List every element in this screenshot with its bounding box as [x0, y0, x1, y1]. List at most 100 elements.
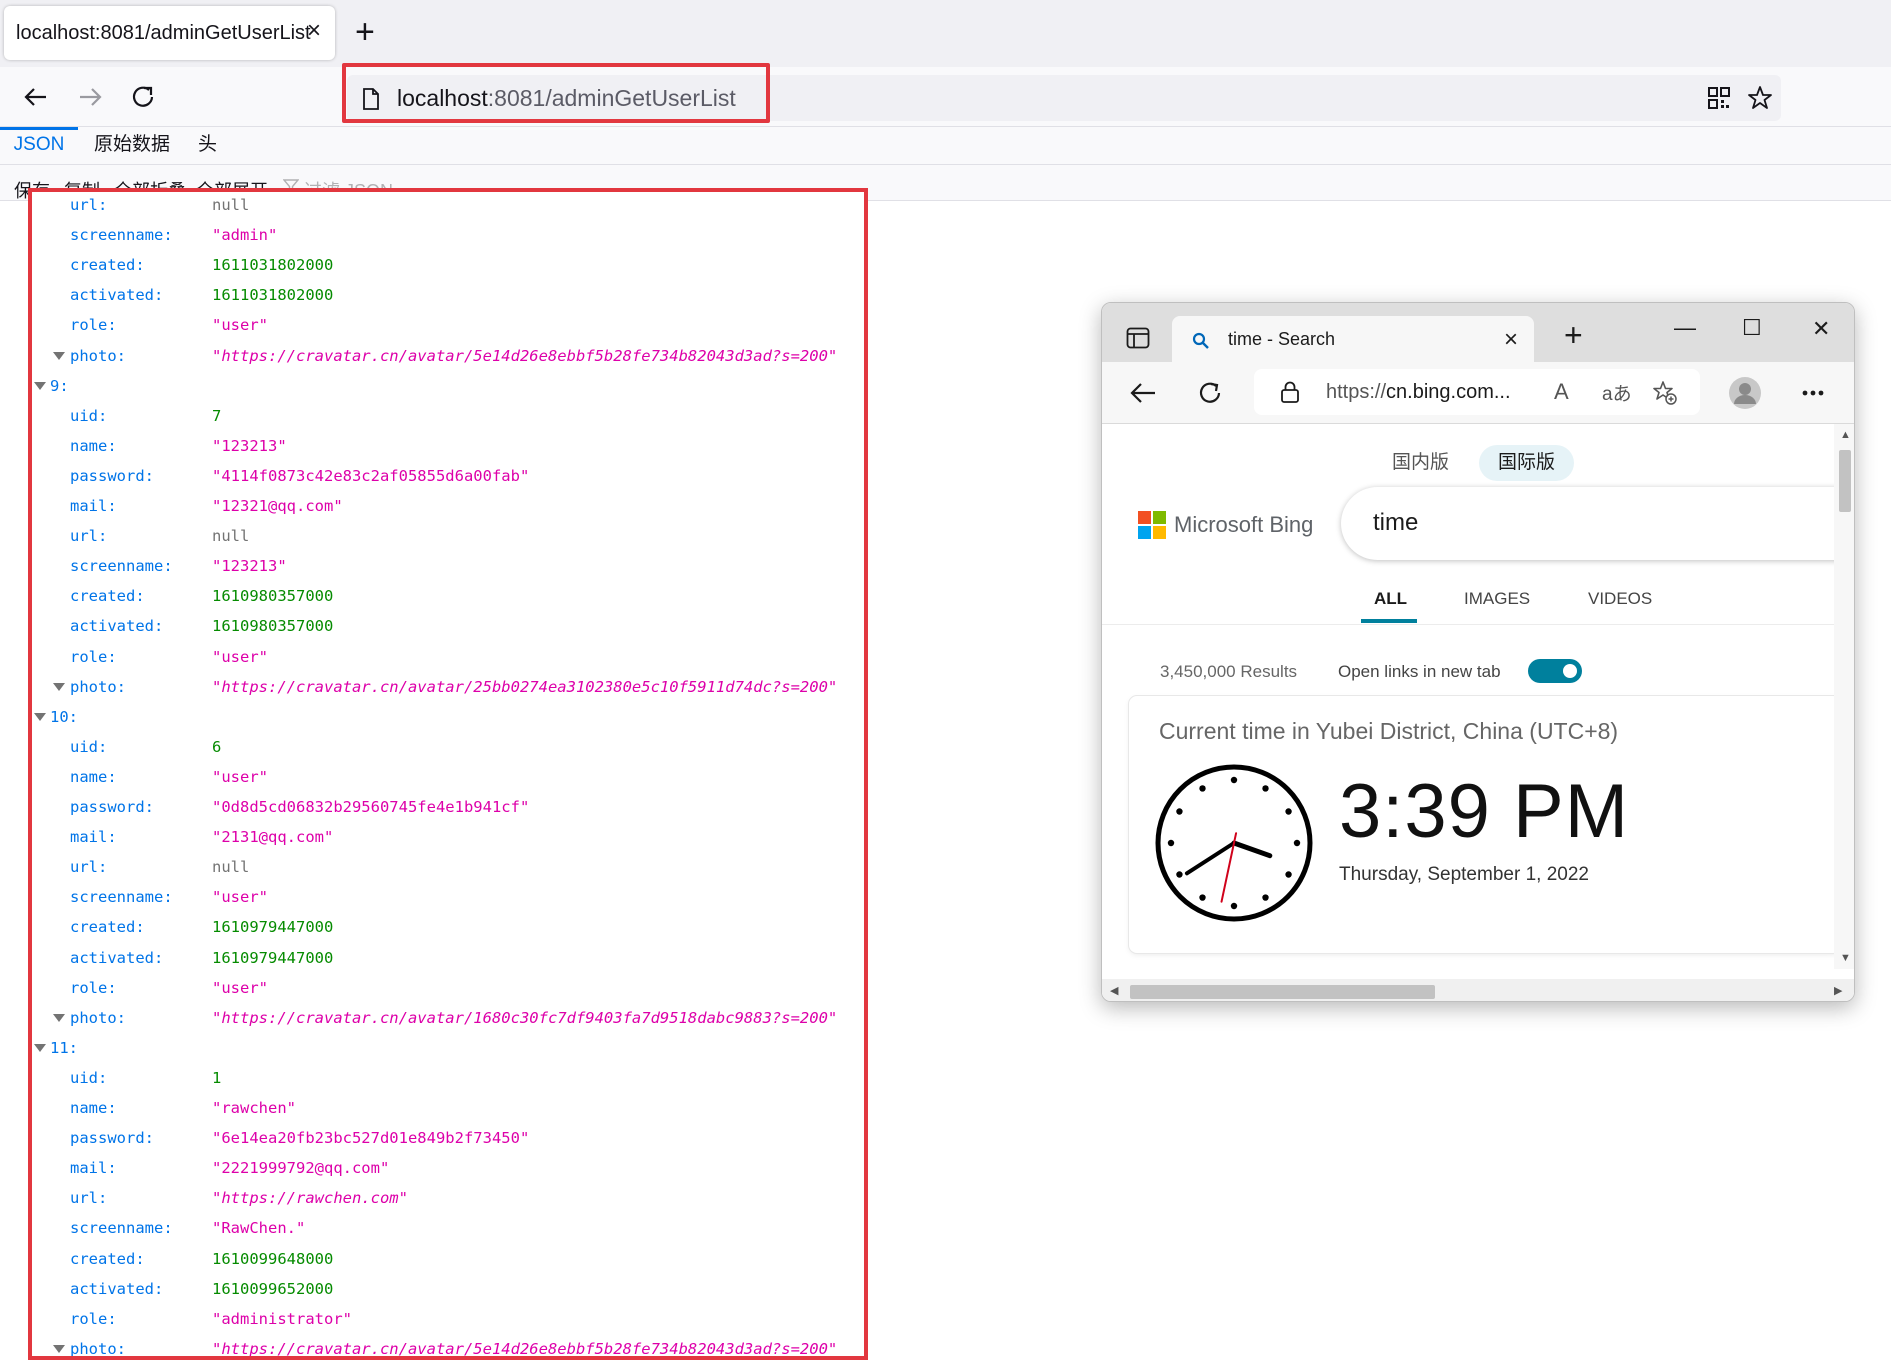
json-value: "admin" — [212, 226, 278, 245]
json-tree: url: null screenname: "admin" created: 161103… — [28, 188, 868, 1360]
minimize-button[interactable]: — — [1674, 315, 1696, 341]
json-value: "https://cravatar.cn/avatar/25bb0274ea31… — [212, 677, 838, 696]
microsoft-logo-icon — [1138, 511, 1166, 539]
vertical-scroll-thumb[interactable] — [1839, 450, 1851, 512]
horizontal-scroll-thumb[interactable] — [1130, 985, 1435, 999]
forward-arrow-icon[interactable] — [70, 77, 110, 117]
edge-toolbar: https://cn.bing.com... A aあ — [1102, 362, 1854, 424]
json-value: null — [212, 527, 250, 546]
scope-domestic-tab[interactable]: 国内版 — [1373, 445, 1468, 481]
edge-url-host: cn.bing.com... — [1386, 381, 1511, 403]
maximize-button[interactable]: ☐ — [1742, 315, 1762, 341]
json-key: activated: — [70, 617, 164, 636]
scroll-up-arrow-icon[interactable]: ▲ — [1840, 429, 1851, 441]
json-field-row: role: "user" — [32, 642, 862, 672]
json-key: url: — [70, 858, 108, 877]
new-tab-button[interactable]: + — [355, 15, 375, 49]
scroll-left-arrow-icon[interactable]: ◀ — [1110, 984, 1118, 997]
translate-icon[interactable]: aあ — [1602, 379, 1632, 406]
edge-tab-close-icon[interactable]: × — [1504, 326, 1518, 354]
expand-twisty-icon[interactable] — [53, 351, 65, 360]
nav-all[interactable]: ALL — [1374, 589, 1407, 609]
json-field-row: password: "0d8d5cd06832b29560745fe4e1b941… — [32, 792, 862, 822]
expand-twisty-icon[interactable] — [34, 1043, 46, 1052]
json-value: "https://cravatar.cn/avatar/5e14d26e8ebb… — [212, 346, 838, 365]
more-options-icon[interactable] — [1802, 390, 1824, 396]
json-value: "123213" — [212, 436, 287, 455]
current-date: Thursday, September 1, 2022 — [1339, 864, 1589, 885]
json-key: 9: — [50, 376, 69, 395]
read-aloud-icon[interactable]: A — [1554, 379, 1569, 405]
edge-address-bar[interactable]: https://cn.bing.com... A aあ — [1254, 369, 1700, 415]
open-links-toggle[interactable] — [1528, 659, 1582, 683]
expand-twisty-icon[interactable] — [53, 1344, 65, 1353]
tab-raw-data[interactable]: 原始数据 — [94, 127, 170, 165]
clock-hour-marker — [1167, 839, 1175, 847]
close-window-button[interactable]: ✕ — [1812, 316, 1830, 342]
vertical-scrollbar[interactable]: ▲ ▼ — [1834, 424, 1854, 969]
json-key: 11: — [50, 1038, 78, 1057]
browser-tab-active[interactable]: localhost:8081/adminGetUserList × — [4, 6, 335, 60]
json-key: photo: — [70, 1339, 126, 1358]
clock-hour-marker — [1230, 776, 1238, 784]
json-key: photo: — [70, 346, 126, 365]
bing-search-box[interactable]: time — [1341, 487, 1854, 560]
expand-twisty-icon[interactable] — [53, 682, 65, 691]
json-value: "https://rawchen.com" — [212, 1189, 408, 1208]
json-field-row: activated: 1610980357000 — [32, 611, 862, 641]
qr-code-icon[interactable] — [1707, 86, 1731, 110]
expand-twisty-icon[interactable] — [34, 381, 46, 390]
json-key: url: — [70, 527, 108, 546]
scope-international-tab[interactable]: 国际版 — [1479, 445, 1575, 481]
horizontal-scrollbar[interactable]: ◀ ▶ — [1102, 979, 1854, 1001]
json-field-row[interactable]: photo: "https://cravatar.cn/avatar/5e14d2… — [32, 341, 862, 371]
json-value: "user" — [212, 767, 268, 786]
back-arrow-icon[interactable] — [1128, 379, 1158, 407]
lock-icon[interactable] — [1280, 381, 1300, 403]
nav-videos[interactable]: VIDEOS — [1588, 589, 1652, 609]
bing-logo[interactable]: Microsoft Bing — [1138, 511, 1313, 539]
expand-twisty-icon[interactable] — [53, 1013, 65, 1022]
json-key: created: — [70, 587, 145, 606]
json-object-row[interactable]: 9: — [32, 371, 862, 401]
edge-tab-active[interactable]: time - Search × — [1172, 316, 1534, 364]
json-key: role: — [70, 1309, 117, 1328]
json-key: url: — [70, 1189, 108, 1208]
json-object-row[interactable]: 11: — [32, 1033, 862, 1063]
back-arrow-icon[interactable] — [16, 77, 56, 117]
json-value: "user" — [212, 978, 268, 997]
json-key: role: — [70, 978, 117, 997]
json-value: "4114f0873c42e83c2af05855d6a00fab" — [212, 466, 530, 485]
json-key: photo: — [70, 1008, 126, 1027]
json-field-row: role: "user" — [32, 973, 862, 1003]
json-field-row[interactable]: photo: "https://cravatar.cn/avatar/1680c3… — [32, 1003, 862, 1033]
json-key: name: — [70, 436, 117, 455]
tab-json[interactable]: JSON — [0, 127, 78, 165]
clock-hour-marker — [1230, 902, 1238, 910]
add-favorite-icon[interactable] — [1652, 380, 1678, 406]
json-field-row: name: "rawchen" — [32, 1093, 862, 1123]
tab-actions-icon[interactable] — [1126, 327, 1150, 349]
json-key: created: — [70, 256, 145, 275]
bing-logo-text: Microsoft Bing — [1174, 512, 1314, 537]
expand-twisty-icon[interactable] — [34, 712, 46, 721]
json-field-row[interactable]: photo: "https://cravatar.cn/avatar/25bb02… — [32, 672, 862, 702]
json-field-row: activated: 1610099652000 — [32, 1274, 862, 1304]
clock-hour-marker — [1285, 871, 1292, 878]
edge-new-tab-button[interactable]: + — [1564, 317, 1583, 354]
scroll-right-arrow-icon[interactable]: ▶ — [1834, 984, 1842, 997]
reload-icon[interactable] — [124, 77, 164, 117]
json-field-row[interactable]: photo: "https://cravatar.cn/avatar/5e14d2… — [32, 1334, 862, 1358]
nav-images[interactable]: IMAGES — [1464, 589, 1530, 609]
bookmark-star-icon[interactable] — [1747, 85, 1773, 111]
tab-headers[interactable]: 头 — [198, 127, 217, 165]
refresh-icon[interactable] — [1196, 379, 1224, 407]
clock-hour-marker — [1293, 839, 1301, 847]
json-field-row: activated: 1611031802000 — [32, 280, 862, 310]
json-object-row[interactable]: 10: — [32, 702, 862, 732]
json-value: "2131@qq.com" — [212, 828, 334, 847]
tab-close-icon[interactable]: × — [307, 19, 321, 43]
scroll-down-arrow-icon[interactable]: ▼ — [1840, 952, 1851, 964]
clock-hour-marker — [1199, 894, 1206, 901]
profile-avatar-icon[interactable] — [1728, 376, 1762, 410]
